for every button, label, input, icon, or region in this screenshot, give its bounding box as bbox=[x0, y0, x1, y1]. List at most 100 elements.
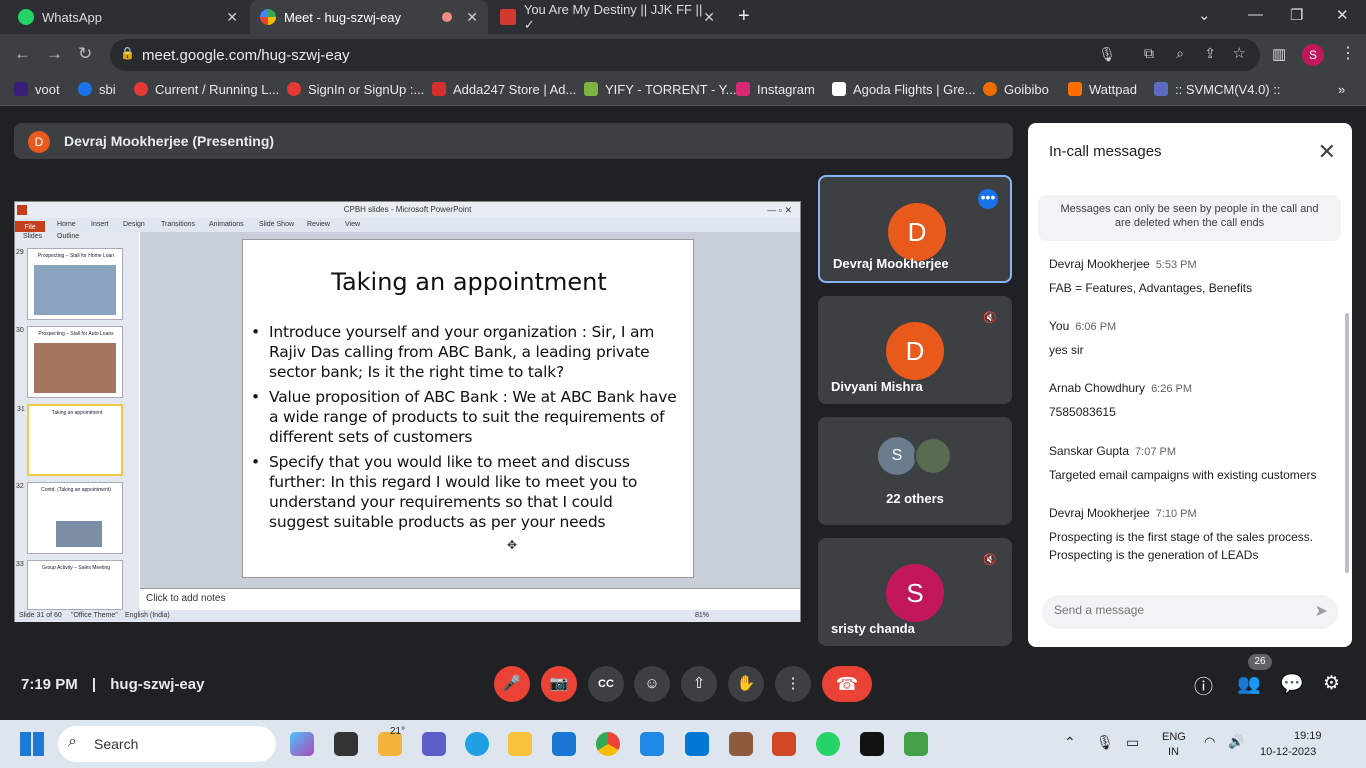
remote-desktop-icon[interactable] bbox=[640, 732, 664, 756]
powerpoint-taskbar-icon[interactable] bbox=[772, 732, 796, 756]
back-icon[interactable]: ← bbox=[14, 44, 31, 64]
copilot-icon[interactable] bbox=[290, 732, 314, 756]
more-options-button[interactable]: ⋮ bbox=[775, 666, 811, 702]
wifi-icon[interactable]: ◠ bbox=[1204, 734, 1215, 750]
bookmark-item[interactable]: Current / Running L... bbox=[134, 82, 279, 97]
mic-icon[interactable]: 🎙 bbox=[1098, 46, 1116, 63]
bookmark-item[interactable]: SignIn or SignUp :... bbox=[287, 82, 424, 97]
people-icon[interactable]: 👥 bbox=[1237, 672, 1261, 696]
ribbon-tab[interactable]: Animations bbox=[209, 221, 244, 228]
others-tile[interactable]: S 22 others bbox=[818, 417, 1012, 525]
teams-icon[interactable] bbox=[422, 732, 446, 756]
volume-icon[interactable]: 🔊 bbox=[1228, 734, 1244, 750]
taskbar-date[interactable]: 10-12-2023 bbox=[1260, 746, 1316, 758]
activities-icon[interactable]: ⚙ bbox=[1323, 672, 1340, 695]
terminal-icon[interactable] bbox=[860, 732, 884, 756]
slide-thumbnail[interactable]: 33 Group Activity – Sales Meeting bbox=[16, 560, 123, 610]
chrome-icon[interactable] bbox=[596, 732, 620, 756]
slide-thumbnail[interactable]: 32 Contd. (Taking an appointment) bbox=[16, 482, 123, 554]
tray-mic-icon[interactable]: 🎙 bbox=[1096, 734, 1114, 751]
present-button[interactable]: ⇧ bbox=[681, 666, 717, 702]
ribbon-tab[interactable]: Insert bbox=[91, 221, 109, 228]
bookmark-item[interactable]: Agoda Flights | Gre... bbox=[832, 82, 976, 97]
send-message-input[interactable] bbox=[1054, 603, 1294, 617]
ribbon-tab[interactable]: Design bbox=[123, 221, 145, 228]
ribbon-tab[interactable]: Home bbox=[57, 221, 76, 228]
camera-toggle-button[interactable]: 📷 bbox=[541, 666, 577, 702]
vscode-icon[interactable] bbox=[685, 732, 709, 756]
reload-icon[interactable]: ↻ bbox=[78, 44, 92, 64]
send-icon[interactable]: ➤ bbox=[1315, 601, 1328, 621]
minimize-button[interactable]: — bbox=[1248, 6, 1263, 23]
participant-tile[interactable]: D ••• Devraj Mookherjee bbox=[818, 175, 1012, 283]
tab-youtube[interactable]: You Are My Destiny || JJK FF || ✓ ✕ bbox=[490, 0, 725, 34]
chat-scrollbar[interactable] bbox=[1345, 313, 1349, 573]
omnibox[interactable]: 🔒 meet.google.com/hug-szwj-eay 🎙 ⧉ ⌕ ⇪ ☆ bbox=[110, 39, 1260, 71]
taskbar-search[interactable]: ⌕ Search bbox=[58, 726, 276, 762]
task-view-icon[interactable] bbox=[334, 732, 358, 756]
taskbar-clock[interactable]: 19:19 bbox=[1294, 730, 1322, 742]
menu-kebab-icon[interactable]: ⋮ bbox=[1340, 43, 1356, 63]
bookmark-item[interactable]: Wattpad bbox=[1068, 82, 1137, 97]
tray-device-icon[interactable]: ▭ bbox=[1126, 734, 1139, 751]
tab-meet[interactable]: Meet - hug-szwj-eay ✕ bbox=[250, 0, 488, 34]
chat-icon[interactable]: 💬 bbox=[1280, 672, 1304, 696]
captions-button[interactable]: CC bbox=[588, 666, 624, 702]
ribbon-tab[interactable]: Review bbox=[307, 221, 330, 228]
meeting-info-icon[interactable]: ⓘ bbox=[1194, 672, 1213, 699]
tray-overflow-icon[interactable]: ⌃ bbox=[1064, 734, 1076, 751]
participant-tile[interactable]: D 🔇 Divyani Mishra bbox=[818, 296, 1012, 404]
mic-toggle-button[interactable]: 🎤 bbox=[494, 666, 530, 702]
windows-start-icon[interactable] bbox=[20, 732, 44, 756]
edge-icon[interactable] bbox=[465, 732, 489, 756]
close-window-button[interactable]: ✕ bbox=[1336, 6, 1349, 24]
raise-hand-button[interactable]: ✋ bbox=[728, 666, 764, 702]
app-hexagon-icon[interactable] bbox=[904, 732, 928, 756]
ribbon-tab[interactable]: Slide Show bbox=[259, 221, 294, 228]
bookmark-star-icon[interactable]: ☆ bbox=[1233, 44, 1246, 62]
bookmark-item[interactable]: voot bbox=[14, 82, 60, 97]
zoom-icon[interactable]: ⌕ bbox=[1176, 45, 1184, 62]
bookmark-item[interactable]: Goibibo bbox=[983, 82, 1049, 97]
bookmark-item[interactable]: sbi bbox=[78, 82, 116, 97]
slide-thumbnail[interactable]: 30 Prospecting – Stall for Auto Loans bbox=[16, 326, 123, 398]
new-tab-button[interactable]: + bbox=[738, 5, 750, 28]
whatsapp-taskbar-icon[interactable] bbox=[816, 732, 840, 756]
reactions-button[interactable]: ☺ bbox=[634, 666, 670, 702]
close-tab-icon[interactable]: ✕ bbox=[226, 9, 238, 26]
close-tab-icon[interactable]: ✕ bbox=[466, 9, 478, 26]
participant-tile[interactable]: S 🔇 sristy chanda bbox=[818, 538, 1012, 646]
ribbon-tab[interactable]: Transitions bbox=[161, 221, 195, 228]
restore-button[interactable]: ❐ bbox=[1290, 6, 1303, 24]
outline-tab[interactable]: Outline bbox=[57, 233, 79, 240]
slides-tab[interactable]: Slides bbox=[23, 233, 42, 240]
notes-pane[interactable]: Click to add notes bbox=[140, 588, 800, 610]
more-bookmarks-icon[interactable]: » bbox=[1338, 82, 1345, 97]
app-icon[interactable] bbox=[729, 732, 753, 756]
tab-whatsapp[interactable]: WhatsApp ✕ bbox=[8, 0, 248, 34]
bookmark-item[interactable]: :: SVMCM(V4.0) :: bbox=[1154, 82, 1280, 97]
open-in-app-icon[interactable]: ⧉ bbox=[1144, 45, 1154, 62]
side-panel-icon[interactable]: ▥ bbox=[1272, 45, 1286, 63]
close-tab-icon[interactable]: ✕ bbox=[703, 9, 715, 26]
ribbon-tab[interactable]: View bbox=[345, 221, 360, 228]
bookmark-item[interactable]: YIFY - TORRENT - Y... bbox=[584, 82, 737, 97]
close-panel-icon[interactable]: ✕ bbox=[1318, 139, 1336, 165]
url-text[interactable]: meet.google.com/hug-szwj-eay bbox=[142, 47, 350, 64]
bookmark-item[interactable]: Adda247 Store | Ad... bbox=[432, 82, 576, 97]
thumb-title: Group Activity – Sales Meeting bbox=[41, 565, 111, 571]
yify-icon bbox=[584, 82, 598, 96]
profile-avatar[interactable]: S bbox=[1302, 44, 1324, 66]
slide-thumbnail[interactable]: 29 Prospecting – Stall for Home Loan bbox=[16, 248, 123, 320]
slide-thumbnail-selected[interactable]: 31 Taking an appointment bbox=[17, 404, 123, 476]
leave-call-button[interactable]: ☎ bbox=[822, 666, 872, 702]
forward-icon[interactable]: → bbox=[46, 44, 63, 64]
tab-search-icon[interactable]: ⌄ bbox=[1198, 6, 1211, 24]
bookmark-item[interactable]: Instagram bbox=[736, 82, 815, 97]
file-explorer-icon[interactable] bbox=[508, 732, 532, 756]
in-call-messages-panel: In-call messages ✕ Messages can only be … bbox=[1028, 123, 1352, 647]
mail-icon[interactable] bbox=[552, 732, 576, 756]
more-options-icon[interactable]: ••• bbox=[978, 189, 998, 209]
share-icon[interactable]: ⇪ bbox=[1204, 45, 1216, 62]
language-indicator[interactable]: ENG bbox=[1162, 731, 1186, 743]
